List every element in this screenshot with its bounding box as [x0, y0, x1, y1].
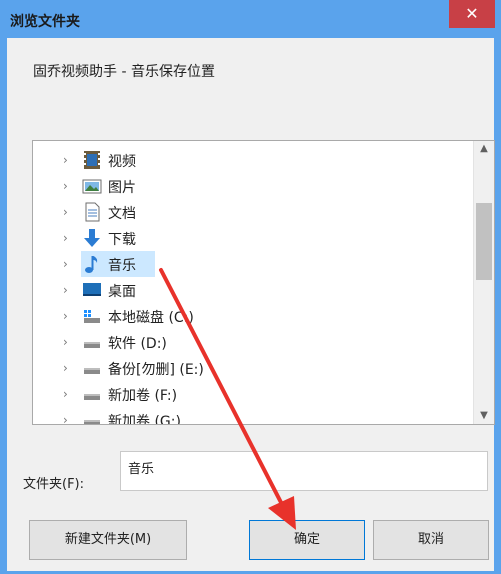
- annotation-arrow: [159, 268, 296, 530]
- browse-folder-dialog: 浏览文件夹 ✕ 固乔视频助手 - 音乐保存位置 › 视频 › 图片 › 文档 ›: [0, 0, 501, 574]
